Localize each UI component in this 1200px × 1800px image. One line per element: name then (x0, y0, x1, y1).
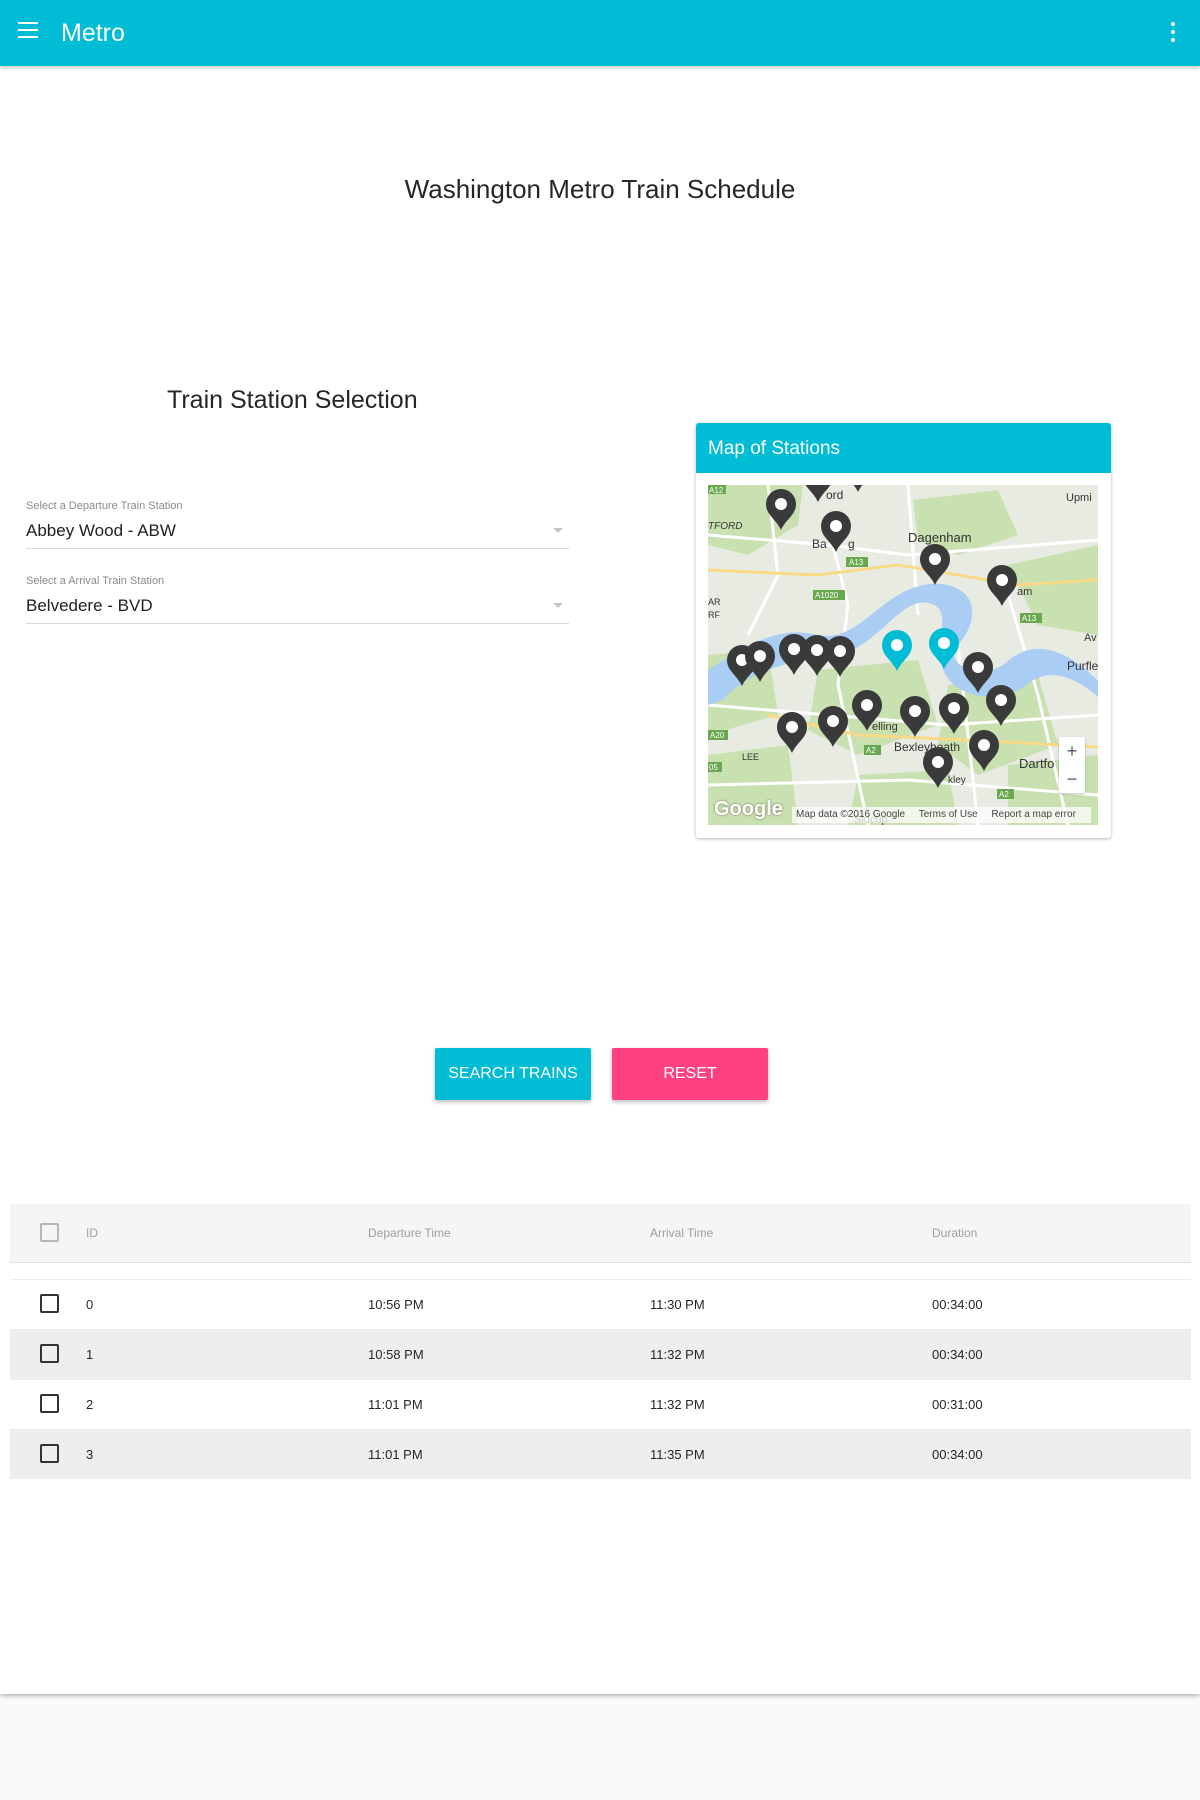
svg-text:A13: A13 (849, 558, 864, 567)
cell-duration: 00:34:00 (932, 1297, 983, 1312)
app-title: Metro (61, 19, 125, 47)
table-row[interactable]: 0 10:56 PM 11:30 PM 00:34:00 (10, 1279, 1191, 1329)
departure-station-select[interactable]: Select a Departure Train Station Abbey W… (26, 500, 569, 549)
map-attribution: Map data ©2016 Google Terms of Use Repor… (792, 807, 1091, 823)
page-surface: Metro Washington Metro Train Schedule Tr… (0, 0, 1200, 1694)
cell-duration: 00:34:00 (932, 1447, 983, 1462)
cell-departure: 11:01 PM (368, 1397, 423, 1412)
column-header-id: ID (86, 1226, 98, 1240)
arrival-station-label: Select a Arrival Train Station (26, 575, 165, 587)
chevron-down-icon (553, 603, 563, 608)
zoom-out-button[interactable]: − (1059, 765, 1085, 793)
svg-text:A12: A12 (709, 486, 724, 495)
arrival-station-select[interactable]: Select a Arrival Train Station Belvedere… (26, 575, 569, 624)
cell-duration: 00:34:00 (932, 1347, 983, 1362)
column-header-duration: Duration (932, 1226, 978, 1240)
table-header: ID Departure Time Arrival Time Duration (10, 1204, 1191, 1263)
place-label-dagenham: Dagenham (908, 530, 972, 545)
place-label-romford: ord (826, 488, 843, 502)
cell-duration: 00:31:00 (932, 1397, 983, 1412)
page-title: Washington Metro Train Schedule (404, 174, 796, 204)
table-row[interactable]: 2 11:01 PM 11:32 PM 00:31:00 (10, 1379, 1191, 1429)
map-data-credit: Map data ©2016 Google (796, 809, 906, 820)
reset-button[interactable]: RESET (612, 1048, 768, 1100)
svg-text:A2: A2 (866, 746, 876, 755)
cell-arrival: 11:32 PM (650, 1347, 705, 1362)
table-row[interactable]: 3 11:01 PM 11:35 PM 00:34:00 (10, 1429, 1191, 1479)
place-label-ar: AR (708, 597, 721, 607)
cell-departure: 11:01 PM (368, 1447, 423, 1462)
place-label-lee: LEE (742, 752, 759, 762)
place-label-rf: RF (708, 610, 720, 620)
map-title: Map of Stations (708, 438, 841, 459)
app-bar: Metro (0, 0, 1200, 66)
row-checkbox[interactable] (40, 1294, 59, 1313)
place-label-barking-2: g (848, 537, 855, 551)
cell-id: 1 (86, 1347, 94, 1362)
cell-id: 0 (86, 1297, 94, 1312)
google-logo: Google (714, 798, 783, 820)
place-label-dartford: Dartfo (1019, 756, 1054, 771)
table-body: 0 10:56 PM 11:30 PM 00:34:00 1 10:58 PM … (10, 1263, 1191, 1479)
terms-of-use-link[interactable]: Terms of Use (919, 809, 978, 820)
cell-id: 3 (86, 1447, 94, 1462)
place-label-purfleet: Purfle (1067, 659, 1098, 673)
column-header-arrival: Arrival Time (650, 1226, 714, 1240)
select-all-checkbox[interactable] (40, 1223, 59, 1242)
departure-station-value: Abbey Wood - ABW (26, 521, 176, 540)
schedule-table: ID Departure Time Arrival Time Duration … (10, 1204, 1191, 1479)
svg-text:A20: A20 (710, 731, 725, 740)
cell-departure: 10:56 PM (368, 1297, 424, 1312)
row-checkbox[interactable] (40, 1444, 59, 1463)
svg-text:A2: A2 (999, 790, 1009, 799)
place-label-barking: Ba (812, 537, 827, 551)
cell-arrival: 11:30 PM (650, 1297, 705, 1312)
svg-text:05: 05 (709, 763, 718, 772)
search-trains-button[interactable]: SEARCH TRAINS (435, 1048, 591, 1100)
place-label-aveley: Av (1084, 632, 1097, 644)
svg-text:A1020: A1020 (815, 591, 839, 600)
place-label-welling: elling (872, 721, 898, 733)
place-label-bexley: kley (948, 775, 966, 786)
row-checkbox[interactable] (40, 1394, 59, 1413)
svg-text:A13: A13 (1022, 614, 1037, 623)
place-label-stratford: TFORD (708, 521, 742, 532)
more-vert-icon[interactable] (1166, 20, 1180, 46)
hamburger-menu-icon[interactable] (18, 22, 40, 40)
map-header: Map of Stations (696, 423, 1111, 473)
cell-arrival: 11:35 PM (650, 1447, 705, 1462)
place-label-rainham: am (1017, 586, 1032, 598)
zoom-in-button[interactable]: + (1059, 737, 1085, 765)
row-checkbox[interactable] (40, 1344, 59, 1363)
report-map-error-link[interactable]: Report a map error (991, 809, 1075, 820)
column-header-departure: Departure Time (368, 1226, 451, 1240)
cell-arrival: 11:32 PM (650, 1397, 705, 1412)
map-card: Map of Stations A12 A13 A1020 A13 A20 A2… (696, 423, 1111, 838)
arrival-station-value: Belvedere - BVD (26, 596, 153, 615)
place-label-upminster: Upmi (1066, 492, 1092, 504)
table-row[interactable]: 1 10:58 PM 11:32 PM 00:34:00 (10, 1329, 1191, 1379)
station-map[interactable]: A12 A13 A1020 A13 A20 A2 A2 05 Dagenham … (708, 485, 1098, 825)
section-title: Train Station Selection (167, 386, 418, 414)
departure-station-label: Select a Departure Train Station (26, 500, 183, 512)
cell-departure: 10:58 PM (368, 1347, 424, 1362)
cell-id: 2 (86, 1397, 94, 1412)
chevron-down-icon (553, 528, 563, 533)
